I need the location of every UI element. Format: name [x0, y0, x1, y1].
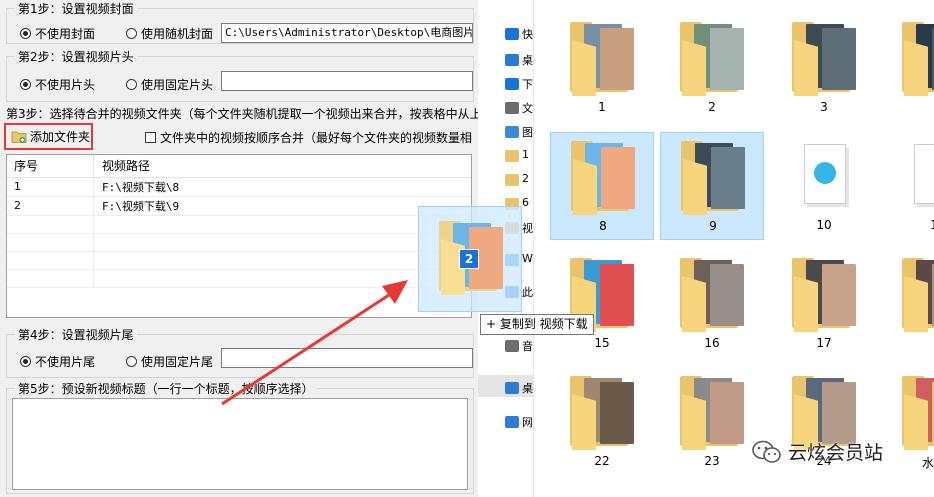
- annotation-arrow: [221, 280, 408, 406]
- wechat-icon: [752, 440, 781, 463]
- watermark-text: 云炫会员站: [788, 442, 884, 464]
- watermark: 云炫会员站: [752, 438, 883, 465]
